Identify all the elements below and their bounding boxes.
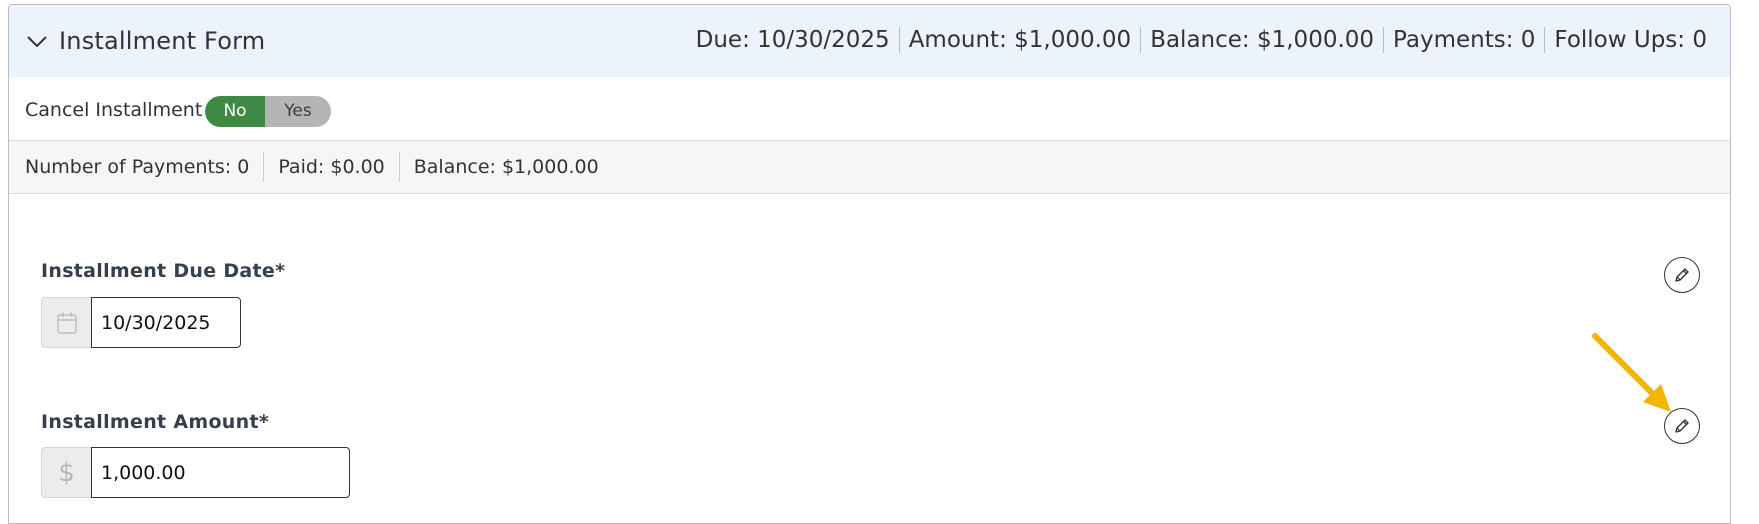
amount-input-group: $ 1,000.00 [41,447,350,498]
header-summary: Due: 10/30/2025 Amount: $1,000.00 Balanc… [696,27,1707,53]
amount-field[interactable]: 1,000.00 [91,447,350,498]
stat-balance: Balance: $1,000.00 [398,152,613,182]
due-date-label: Installment Due Date* [41,260,286,282]
cancel-installment-toggle[interactable]: No Yes [205,96,331,127]
due-date-field[interactable]: 10/30/2025 [91,297,241,348]
cancel-installment-label: Cancel Installment [25,99,203,121]
form-title: Installment Form [59,27,266,55]
pencil-icon [1675,268,1689,282]
installment-form-header[interactable]: Installment Form Due: 10/30/2025 Amount:… [9,5,1730,77]
amount-label: Installment Amount* [41,411,270,433]
summary-balance: Balance: $1,000.00 [1140,27,1383,53]
summary-follow-ups: Follow Ups: 0 [1544,27,1707,53]
toggle-option-yes[interactable]: Yes [265,96,331,127]
annotation-arrow-icon [1592,333,1671,412]
stat-number-of-payments: Number of Payments: 0 [25,156,250,178]
cancel-installment-row: Cancel Installment No Yes [9,77,1730,143]
toggle-option-no[interactable]: No [205,96,265,127]
payment-stats-bar: Number of Payments: 0 Paid: $0.00 Balanc… [9,140,1730,194]
calendar-icon[interactable] [41,297,91,348]
edit-due-date-button[interactable] [1664,257,1700,293]
page-gutter [1734,0,1759,512]
summary-due: Due: 10/30/2025 [695,27,890,53]
stat-paid: Paid: $0.00 [263,152,398,182]
chevron-down-icon[interactable] [25,34,49,50]
summary-payments: Payments: 0 [1383,27,1544,53]
due-date-input-group: 10/30/2025 [41,297,241,348]
summary-amount: Amount: $1,000.00 [898,27,1141,53]
dollar-sign-icon: $ [41,447,91,498]
installment-form-panel: Installment Form Due: 10/30/2025 Amount:… [8,4,1731,524]
